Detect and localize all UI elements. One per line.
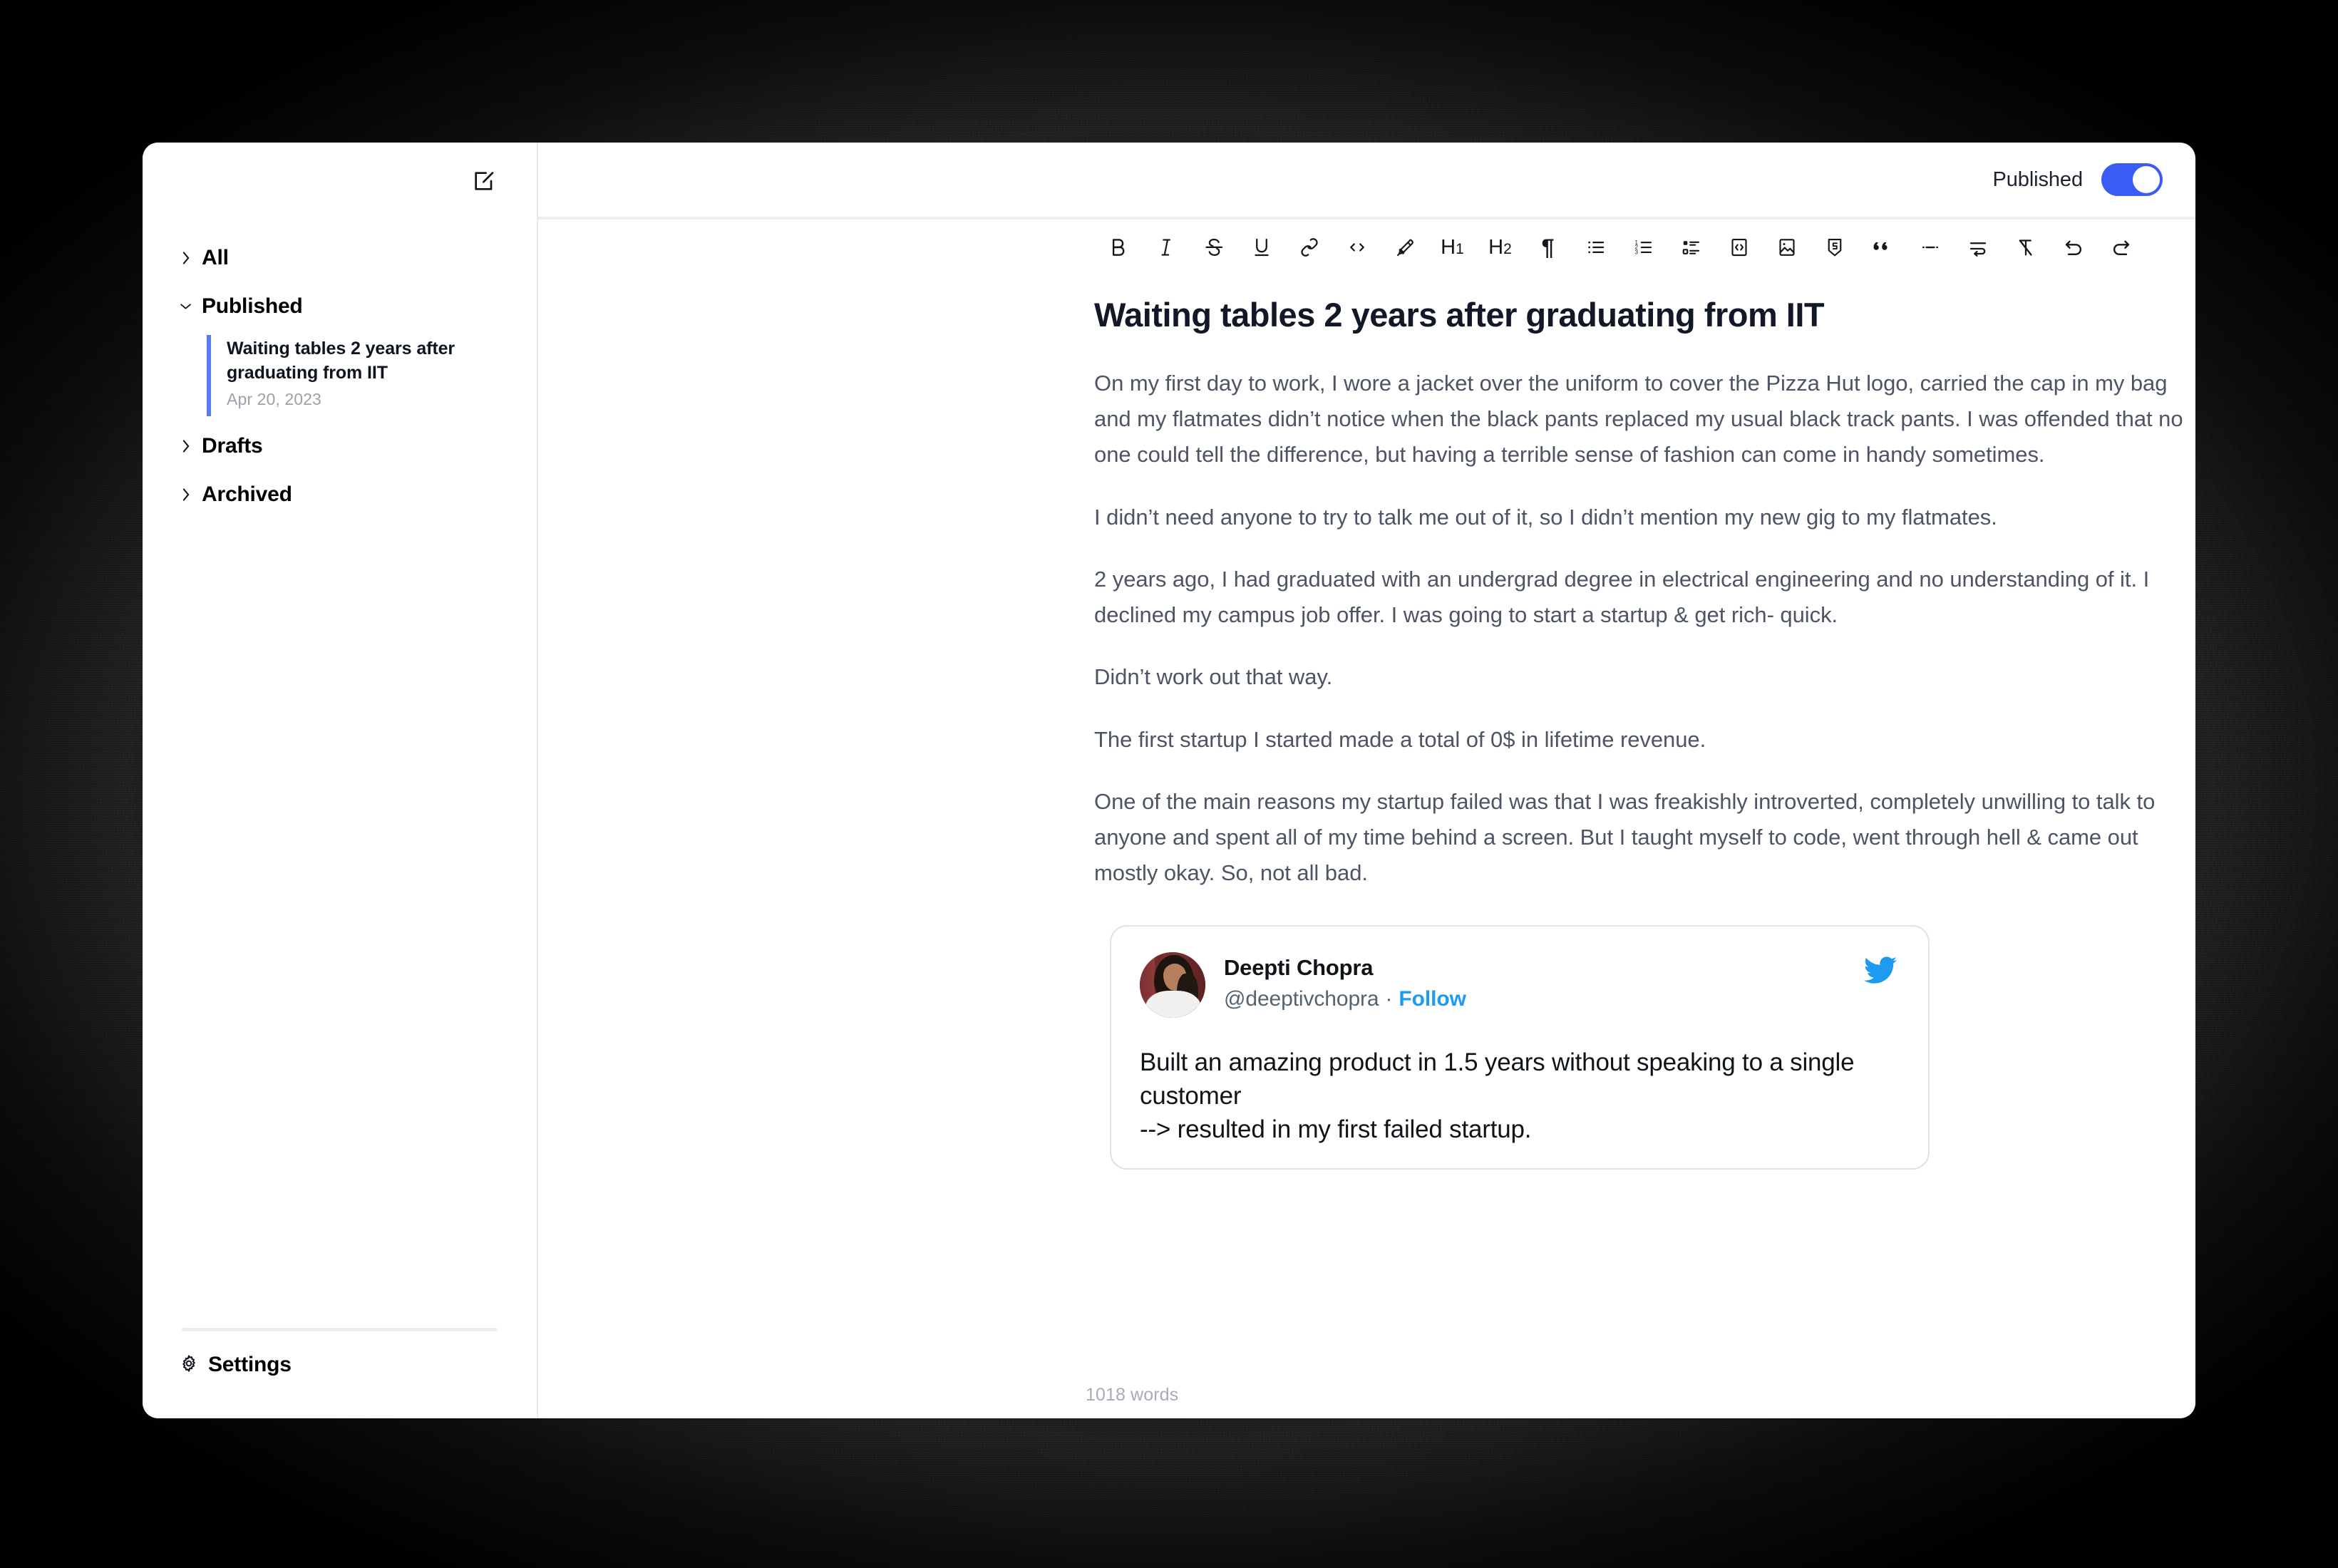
tweet-meta: @deeptivchopra · Follow [1224,987,1843,1011]
link-icon[interactable] [1285,226,1333,269]
image-icon[interactable] [1763,226,1811,269]
word-count: 1018 words [1086,1384,1179,1405]
divider [182,1328,498,1331]
formatting-toolbar: H1 H2 ¶ 1 2 3 [538,220,2195,275]
tweet-text: Built an amazing product in 1.5 years wi… [1140,1048,1855,1144]
sidebar-item-all[interactable]: All [143,234,537,282]
italic-icon[interactable] [1142,226,1190,269]
app-window: All Published Waiting tables 2 years aft… [143,143,2195,1418]
sidebar-group-published: Published Waiting tables 2 years after g… [143,282,537,416]
editor-footer: 1018 words [538,1371,2195,1418]
sidebar-group-drafts: Drafts [143,422,537,470]
sidebar-item-drafts-label: Drafts [202,434,263,458]
bold-icon[interactable] [1094,226,1142,269]
redo-icon[interactable] [2097,226,2145,269]
paragraph: The first startup I started made a total… [1094,726,1706,752]
sidebar-group-all: All [143,234,537,282]
tweet-embed[interactable]: Deepti Chopra @deeptivchopra · Follow Bu… [1110,925,1930,1170]
avatar [1140,952,1205,1018]
sidebar-item-published-label: Published [202,294,303,318]
note-title: Waiting tables 2 years after graduating … [227,339,455,383]
line-break-icon[interactable] [1954,226,2002,269]
gear-icon [180,1354,198,1376]
chevron-right-icon [180,488,192,501]
sidebar-item-settings[interactable]: Settings [143,1353,537,1377]
list-item[interactable]: Waiting tables 2 years after graduating … [207,335,506,416]
editor-pane: Published H1 H2 ¶ 1 2 3 Waiting tables 2… [538,143,2195,1418]
quote-icon[interactable] [1858,226,1906,269]
bullet-list-icon[interactable] [1572,226,1619,269]
chevron-right-icon [180,440,192,453]
svg-text:3: 3 [1634,249,1638,256]
code-block-icon[interactable] [1715,226,1763,269]
paragraph: Didn’t work out that way. [1094,664,1333,690]
paragraph: I didn’t need anyone to try to talk me o… [1094,504,1997,530]
compose-note-icon[interactable] [468,165,500,197]
horizontal-rule-icon[interactable] [1906,226,1954,269]
editor-header: Published [538,143,2195,220]
document-scroll-area[interactable]: Waiting tables 2 years after graduating … [538,275,2195,1418]
tweet-identity: Deepti Chopra @deeptivchopra · Follow [1224,952,1843,1011]
ordered-list-icon[interactable]: 1 2 3 [1619,226,1667,269]
paragraph: On my first day to work, I wore a jacket… [1094,371,2183,468]
settings-label: Settings [208,1353,292,1376]
task-list-icon[interactable] [1667,226,1715,269]
twitter-bird-icon[interactable] [1861,952,1900,990]
sidebar-footer: Settings [143,1328,537,1418]
undo-icon[interactable] [2049,226,2097,269]
sidebar-item-all-label: All [202,246,229,269]
pilcrow-icon[interactable]: ¶ [1524,226,1572,269]
strikethrough-icon[interactable] [1190,226,1237,269]
toggle-knob [2133,166,2160,193]
note-date: Apr 20, 2023 [227,390,321,408]
sidebar-header [143,143,537,220]
page-title: Waiting tables 2 years after graduating … [1094,296,1825,334]
sidebar-nav: All Published Waiting tables 2 years aft… [143,220,537,1328]
tweet-follow-link[interactable]: Follow [1399,987,1466,1011]
tweet-handle: @deeptivchopra [1224,987,1379,1011]
h2-icon[interactable]: H2 [1476,226,1524,269]
sidebar-item-published[interactable]: Published [143,282,537,331]
h1-icon[interactable]: H1 [1428,226,1476,269]
underline-icon[interactable] [1237,226,1285,269]
tweet-author-name: Deepti Chopra [1224,955,1374,981]
sidebar-item-drafts[interactable]: Drafts [143,422,537,470]
highlighter-icon[interactable] [1381,226,1428,269]
chevron-right-icon [180,252,192,264]
tweet-header: Deepti Chopra @deeptivchopra · Follow [1140,952,1900,1018]
published-toggle[interactable] [2101,163,2163,196]
sidebar-item-archived[interactable]: Archived [143,470,537,519]
clear-formatting-icon[interactable] [2002,226,2049,269]
sidebar-group-archived: Archived [143,470,537,519]
status-badge: Published [1992,167,2084,191]
tweet-separator: · [1385,987,1393,1011]
sidebar: All Published Waiting tables 2 years aft… [143,143,538,1418]
document-body[interactable]: Waiting tables 2 years after graduating … [538,275,2195,1284]
code-inline-icon[interactable] [1333,226,1381,269]
paragraph: 2 years ago, I had graduated with an und… [1094,566,2150,628]
paragraph: One of the main reasons my startup faile… [1094,788,2156,886]
embed-badge-icon[interactable] [1811,226,1858,269]
chevron-down-icon [180,301,192,313]
sidebar-item-archived-label: Archived [202,483,292,506]
